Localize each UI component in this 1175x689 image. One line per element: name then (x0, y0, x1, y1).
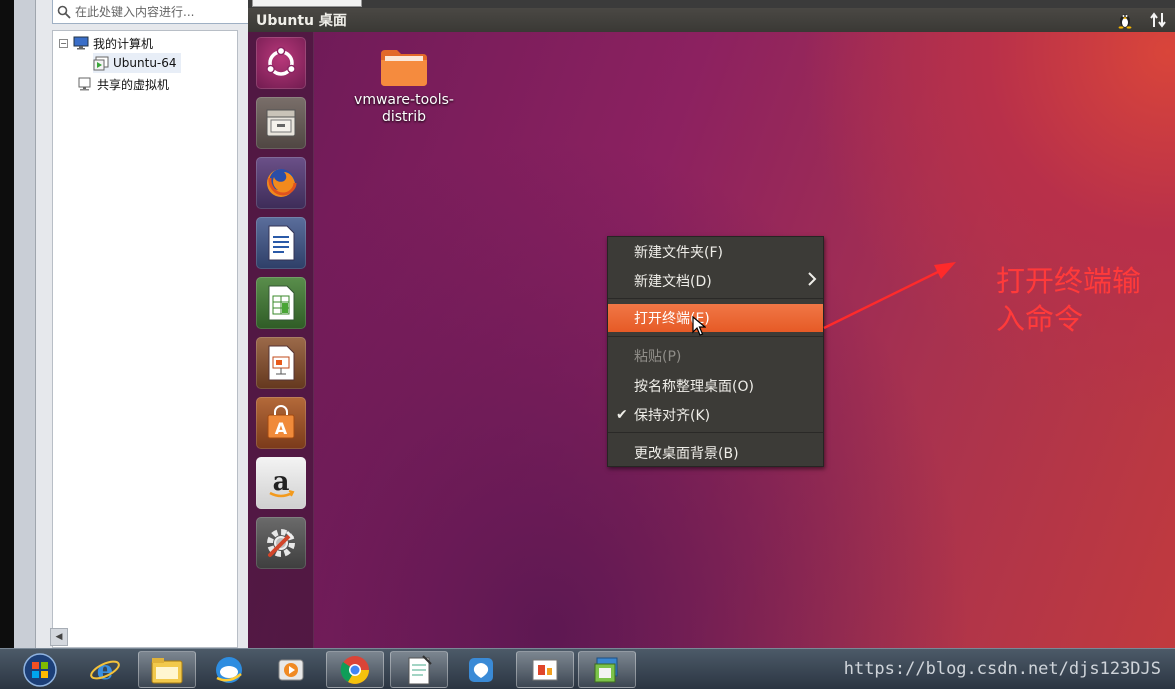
library-tree: − 我的计算机 Ubuntu-64 共享的虚拟机 (52, 30, 238, 648)
software-center-icon[interactable]: A (256, 397, 306, 449)
top-panel-title: Ubuntu 桌面 (256, 13, 347, 29)
menu-item-label: 保持对齐(K) (634, 408, 711, 424)
menu-separator (608, 298, 823, 299)
file-manager-icon[interactable] (256, 97, 306, 149)
ubuntu-dash-icon[interactable] (256, 37, 306, 89)
left-gray-panel (14, 0, 36, 648)
computer-icon (73, 36, 89, 50)
network-updown-icon[interactable] (1149, 11, 1167, 33)
system-settings-icon[interactable] (256, 517, 306, 569)
tree-item-shared-vms[interactable]: 共享的虚拟机 (77, 74, 169, 94)
annotation-line-2: 入命令 (996, 302, 1084, 336)
impress-icon[interactable] (256, 337, 306, 389)
unity-launcher: A a (248, 32, 314, 648)
vmware-icon[interactable] (578, 651, 636, 688)
annotation-text: 打开终端输 入命令 (996, 262, 1171, 338)
menu-separator (608, 336, 823, 337)
menu-item-change-background[interactable]: 更改桌面背景(B) (608, 439, 823, 467)
submenu-arrow-icon (807, 272, 817, 290)
media-player-icon[interactable] (262, 651, 320, 688)
annotation-line-1: 打开终端输 (996, 264, 1142, 298)
writer-icon[interactable] (256, 217, 306, 269)
menu-item-new-folder[interactable]: 新建文件夹(F) (608, 238, 823, 266)
tree-item-ubuntu-64[interactable]: Ubuntu-64 (93, 53, 181, 73)
explorer-icon[interactable] (138, 651, 196, 688)
desktop-context-menu: 新建文件夹(F) 新建文档(D) 打开终端(E) 粘贴(P) 按名称整理桌面(O… (607, 236, 824, 467)
menu-item-label: 更改桌面背景(B) (634, 446, 739, 462)
menu-item-new-document[interactable]: 新建文档(D) (608, 267, 823, 295)
start-orb-icon[interactable] (12, 651, 68, 688)
desktop-folder-label[interactable]: vmware-tools- distrib (344, 92, 464, 126)
left-edge-strip (0, 0, 14, 648)
shared-vm-icon (77, 77, 93, 92)
checkmark-icon: ✔ (616, 407, 628, 423)
tree-item-my-computer[interactable]: − 我的计算机 (59, 33, 153, 53)
search-icon (53, 5, 75, 19)
menu-item-paste: 粘贴(P) (608, 342, 823, 370)
penguin-icon[interactable] (1116, 11, 1134, 33)
tree-item-label: Ubuntu-64 (113, 56, 177, 70)
ie-icon[interactable]: e (76, 651, 134, 688)
tree-item-label: 我的计算机 (93, 36, 154, 51)
svg-text:a: a (273, 467, 290, 497)
app-icon[interactable] (452, 651, 510, 688)
vm-icon (93, 56, 109, 71)
firefox-icon[interactable] (256, 157, 306, 209)
menu-item-keep-aligned[interactable]: ✔ 保持对齐(K) (608, 401, 823, 429)
menu-item-label: 按名称整理桌面(O) (634, 379, 754, 395)
search-placeholder: 在此处键入内容进行... (75, 5, 195, 19)
svg-text:A: A (275, 419, 288, 438)
library-panel: 在此处键入内容进行... ▼ − 我的计算机 Ubuntu-64 共享的虚拟机 … (36, 0, 274, 648)
folder-icon[interactable] (379, 46, 429, 92)
ubuntu-top-panel: Ubuntu 桌面 (248, 8, 1175, 32)
calc-icon[interactable] (256, 277, 306, 329)
tree-item-label: 共享的虚拟机 (97, 77, 170, 92)
collapse-icon[interactable]: − (59, 38, 68, 48)
menu-item-label: 粘贴(P) (634, 349, 682, 365)
notepad-icon[interactable] (390, 651, 448, 688)
svg-text:e: e (97, 656, 114, 686)
menu-item-open-terminal[interactable]: 打开终端(E) (608, 304, 823, 336)
watermark-url: https://blog.csdn.net/djs123DJS (843, 659, 1161, 679)
library-search-input[interactable]: 在此处键入内容进行... ▼ (52, 0, 274, 24)
amazon-icon[interactable]: a (256, 457, 306, 509)
menu-item-sort-by-name[interactable]: 按名称整理桌面(O) (608, 372, 823, 400)
menu-item-label: 新建文件夹(F) (634, 245, 723, 261)
windows-taskbar: e https://blog.csdn.net/djs123DJS (0, 648, 1175, 689)
menu-item-label: 新建文档(D) (634, 274, 712, 290)
chrome-icon[interactable] (326, 651, 384, 688)
menu-separator (608, 432, 823, 433)
vm-tab[interactable] (252, 0, 362, 7)
qq-browser-icon[interactable] (200, 651, 258, 688)
slides-icon[interactable] (516, 651, 574, 688)
scroll-left-button[interactable]: ◀ (50, 628, 68, 646)
